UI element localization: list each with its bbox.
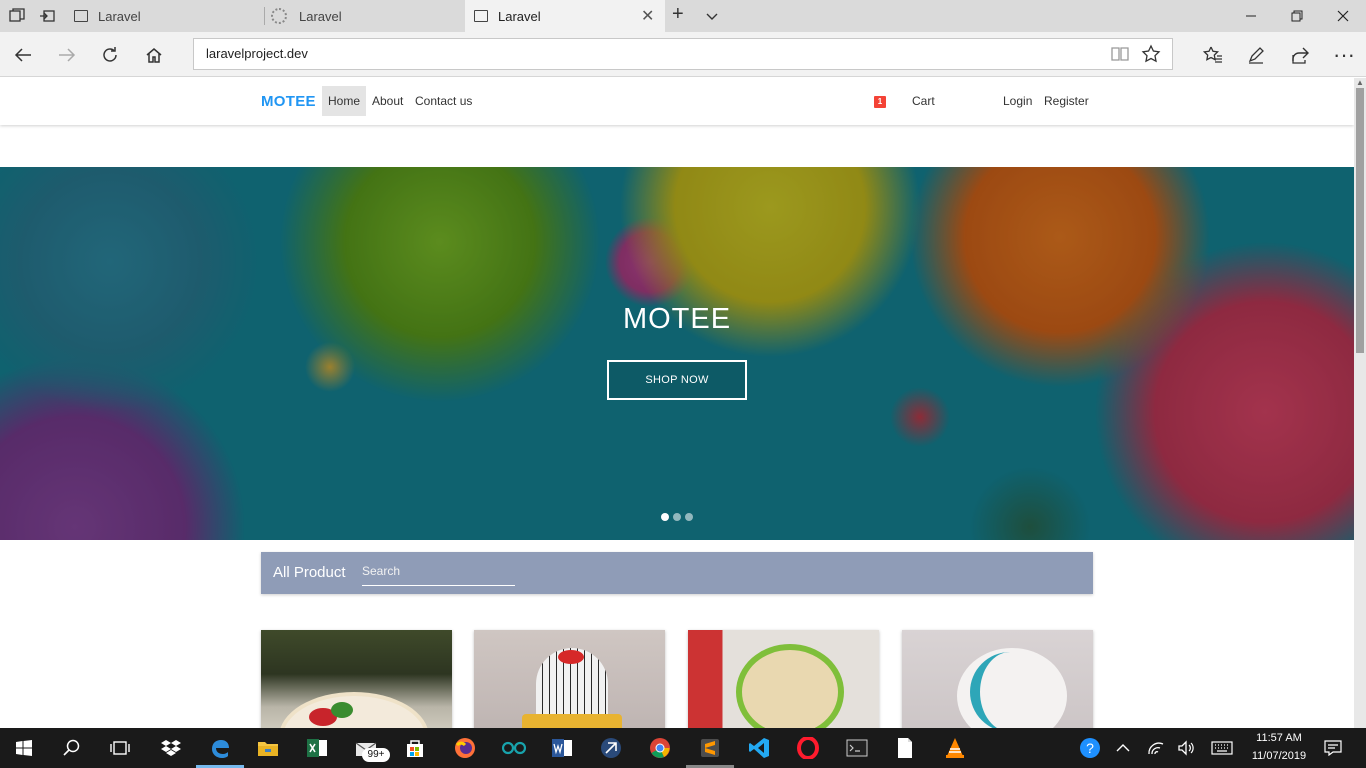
hero-carousel: MOTEE SHOP NOW: [0, 167, 1354, 540]
product-toolbar: All Product: [261, 552, 1093, 594]
favorite-star-icon[interactable]: [1141, 44, 1161, 69]
cart-count-badge: 1: [874, 96, 886, 108]
tab-label: Laravel: [299, 8, 342, 24]
excel-icon[interactable]: [303, 734, 331, 762]
carousel-indicators: [661, 513, 693, 521]
search-icon[interactable]: [58, 734, 86, 762]
vlc-icon[interactable]: [941, 734, 969, 762]
volume-icon[interactable]: [1172, 734, 1200, 762]
browser-tab-1[interactable]: Laravel: [64, 0, 264, 32]
edge-browser-icon[interactable]: [206, 734, 234, 762]
favorites-hub-icon[interactable]: [1198, 40, 1228, 70]
search-input[interactable]: [362, 561, 515, 578]
page-viewport: MOTEE Home About Contact us 1 Cart Login…: [0, 78, 1354, 728]
browser-tab-2[interactable]: Laravel: [265, 0, 465, 32]
cake-decoration: [558, 650, 584, 664]
cake-decoration: [522, 714, 622, 728]
url-input[interactable]: [206, 46, 1006, 61]
back-button[interactable]: [8, 40, 38, 70]
new-tab-icon[interactable]: +: [672, 4, 688, 24]
task-view-icon[interactable]: [106, 734, 134, 762]
restore-button[interactable]: [1274, 0, 1320, 32]
page-scrollbar[interactable]: ▲: [1354, 78, 1366, 728]
keyboard-icon[interactable]: [1208, 734, 1236, 762]
brand-logo[interactable]: MOTEE: [261, 93, 316, 110]
minimize-button[interactable]: [1228, 0, 1274, 32]
chevron-down-icon[interactable]: [704, 8, 720, 24]
dropbox-icon[interactable]: [157, 734, 185, 762]
product-section-title: All Product: [273, 564, 346, 581]
page-icon: [474, 10, 488, 22]
clock-time[interactable]: 11:57 AM: [1244, 732, 1314, 744]
refresh-button[interactable]: [95, 40, 125, 70]
product-card-3[interactable]: [688, 630, 879, 728]
shop-now-button[interactable]: SHOP NOW: [607, 360, 747, 400]
svg-text:?: ?: [1086, 740, 1094, 756]
wifi-icon[interactable]: [1142, 734, 1170, 762]
nav-register[interactable]: Register: [1038, 86, 1095, 116]
share-icon[interactable]: [1285, 40, 1315, 70]
scrollbar-thumb[interactable]: [1356, 88, 1364, 353]
page-icon: [74, 10, 88, 22]
firefox-icon[interactable]: [451, 734, 479, 762]
browser-tab-strip: Laravel Laravel Laravel ✕ +: [0, 0, 1366, 32]
loading-spinner-icon: [271, 8, 287, 24]
show-hidden-icons-icon[interactable]: [1109, 734, 1137, 762]
clock-date[interactable]: 11/07/2019: [1244, 750, 1314, 762]
address-bar[interactable]: [193, 38, 1173, 70]
set-aside-tabs-icon[interactable]: [39, 8, 55, 24]
forward-button[interactable]: [52, 40, 82, 70]
vpn-app-icon[interactable]: [597, 734, 625, 762]
carousel-dot-2[interactable]: [673, 513, 681, 521]
product-image: [279, 692, 429, 728]
arduino-icon[interactable]: [500, 734, 528, 762]
close-tab-icon[interactable]: ✕: [641, 6, 654, 26]
mail-badge: 99+: [362, 748, 390, 762]
help-icon[interactable]: ?: [1076, 734, 1104, 762]
cake-decoration: [331, 702, 353, 718]
word-icon[interactable]: [548, 734, 576, 762]
browser-toolbar: ···: [0, 32, 1366, 77]
nav-about[interactable]: About: [366, 86, 409, 116]
windows-start-icon[interactable]: [10, 734, 38, 762]
nav-home[interactable]: Home: [322, 86, 367, 116]
scroll-up-arrow-icon[interactable]: ▲: [1354, 78, 1366, 88]
hero-title: MOTEE: [622, 303, 732, 335]
action-center-icon[interactable]: [1319, 734, 1347, 762]
opera-icon[interactable]: [794, 734, 822, 762]
blank-document-icon[interactable]: [891, 734, 919, 762]
windows-taskbar: 99+ ? 11:57 AM 11/07/2019: [0, 728, 1366, 768]
product-card-1[interactable]: [261, 630, 452, 728]
tab-manager-icon[interactable]: [9, 8, 25, 24]
close-window-button[interactable]: [1320, 0, 1366, 32]
web-note-pen-icon[interactable]: [1241, 40, 1271, 70]
tab-label: Laravel: [498, 8, 541, 24]
product-image: [736, 644, 844, 728]
vscode-icon[interactable]: [745, 734, 773, 762]
command-prompt-icon[interactable]: [843, 734, 871, 762]
carousel-dot-1[interactable]: [661, 513, 669, 521]
store-icon[interactable]: [401, 734, 429, 762]
nav-login[interactable]: Login: [997, 86, 1038, 116]
file-explorer-icon[interactable]: [254, 734, 282, 762]
more-menu-icon[interactable]: ···: [1329, 40, 1359, 70]
browser-tab-3-active[interactable]: Laravel: [465, 0, 665, 32]
tab-label: Laravel: [98, 8, 141, 24]
nav-contact[interactable]: Contact us: [409, 86, 478, 116]
reading-view-icon[interactable]: [1110, 44, 1130, 69]
nav-cart[interactable]: Cart: [906, 86, 941, 116]
chrome-icon[interactable]: [646, 734, 674, 762]
product-card-2[interactable]: [474, 630, 665, 728]
home-button[interactable]: [139, 40, 169, 70]
carousel-dot-3[interactable]: [685, 513, 693, 521]
site-navbar: MOTEE Home About Contact us 1 Cart Login…: [0, 78, 1354, 125]
product-search: [362, 561, 515, 586]
product-card-4[interactable]: [902, 630, 1093, 728]
sublime-text-icon[interactable]: [696, 734, 724, 762]
hero-overlay: [0, 167, 1354, 540]
